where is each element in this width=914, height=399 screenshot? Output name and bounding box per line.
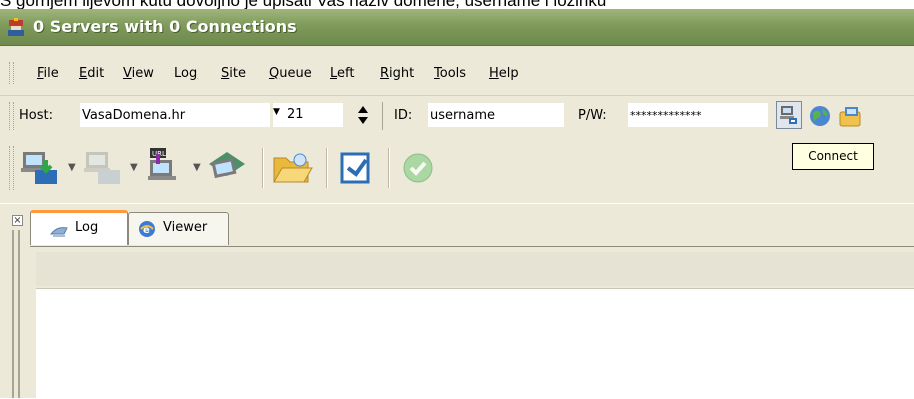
menubar-grip[interactable] bbox=[9, 62, 14, 84]
log-text-area[interactable] bbox=[36, 288, 914, 399]
tab-baseline bbox=[30, 246, 914, 247]
connect-icon bbox=[780, 106, 797, 124]
edit-document-icon[interactable] bbox=[334, 146, 378, 190]
menu-log[interactable]: Log bbox=[174, 66, 197, 82]
hostbar-separator bbox=[382, 102, 383, 130]
quick-connect-bar: Host: ▼ 21 ID: P/W: bbox=[0, 96, 914, 138]
app-icon bbox=[8, 18, 24, 36]
menu-view[interactable]: View bbox=[123, 66, 154, 82]
connect-button[interactable] bbox=[776, 101, 802, 129]
toolbar-separator bbox=[388, 148, 390, 188]
tab-viewer-label: Viewer bbox=[163, 220, 208, 235]
panel-splitter-inner[interactable] bbox=[18, 230, 20, 398]
site-manager-icon[interactable] bbox=[838, 104, 862, 128]
port-combo[interactable]: ▼ 21 bbox=[273, 103, 343, 127]
url-connect-icon[interactable]: URL bbox=[144, 146, 188, 190]
main-toolbar: ▼ ▼ URL ▼ bbox=[0, 138, 914, 203]
window-titlebar[interactable]: 0 Servers with 0 Connections bbox=[0, 9, 914, 46]
host-label: Host: bbox=[19, 108, 53, 123]
host-input[interactable] bbox=[80, 103, 270, 127]
ftp-connect-icon[interactable] bbox=[19, 146, 63, 190]
chevron-down-icon[interactable]: ▼ bbox=[130, 162, 138, 173]
toolbar-separator bbox=[262, 148, 264, 188]
checkmark-icon[interactable] bbox=[396, 146, 440, 190]
log-icon bbox=[49, 227, 68, 237]
password-input[interactable] bbox=[628, 103, 768, 127]
log-header-bar bbox=[36, 252, 914, 286]
hostbar-grip[interactable] bbox=[9, 102, 14, 130]
username-input[interactable] bbox=[428, 103, 564, 127]
close-icon[interactable]: × bbox=[12, 215, 23, 226]
menu-right[interactable]: Right bbox=[380, 66, 414, 82]
id-label: ID: bbox=[394, 108, 413, 123]
toolbar-grip[interactable] bbox=[9, 146, 14, 190]
menu-file[interactable]: File bbox=[37, 66, 59, 82]
port-spinner-icon[interactable] bbox=[357, 104, 369, 126]
menu-help[interactable]: Help bbox=[489, 66, 519, 82]
chevron-down-icon[interactable]: ▼ bbox=[273, 107, 280, 117]
menu-queue[interactable]: Queue bbox=[269, 66, 312, 82]
ftp-disconnect-icon[interactable] bbox=[82, 146, 126, 190]
browser-icon: e bbox=[139, 221, 155, 237]
toolbar-separator bbox=[326, 148, 328, 188]
tab-viewer[interactable]: e Viewer bbox=[128, 212, 229, 245]
chevron-down-icon[interactable]: ▼ bbox=[68, 162, 76, 173]
port-value: 21 bbox=[287, 107, 304, 122]
menu-tools[interactable]: Tools bbox=[434, 66, 466, 82]
panel-splitter[interactable] bbox=[12, 230, 14, 398]
window-title: 0 Servers with 0 Connections bbox=[33, 17, 297, 36]
menu-left[interactable]: Left bbox=[330, 66, 354, 82]
quick-connect-icon[interactable] bbox=[205, 146, 249, 190]
menu-edit[interactable]: Edit bbox=[79, 66, 104, 82]
chevron-down-icon[interactable]: ▼ bbox=[193, 162, 201, 173]
menu-site[interactable]: Site bbox=[221, 66, 246, 82]
tab-log-label: Log bbox=[75, 220, 99, 235]
menu-bar: File Edit View Log Site Queue Left Right… bbox=[0, 46, 914, 95]
password-label: P/W: bbox=[578, 108, 607, 123]
svg-text:e: e bbox=[143, 225, 150, 236]
tab-log[interactable]: Log bbox=[30, 210, 128, 245]
globe-icon[interactable] bbox=[808, 104, 832, 128]
folder-open-icon[interactable] bbox=[270, 146, 314, 190]
connect-tooltip: Connect bbox=[792, 143, 874, 170]
